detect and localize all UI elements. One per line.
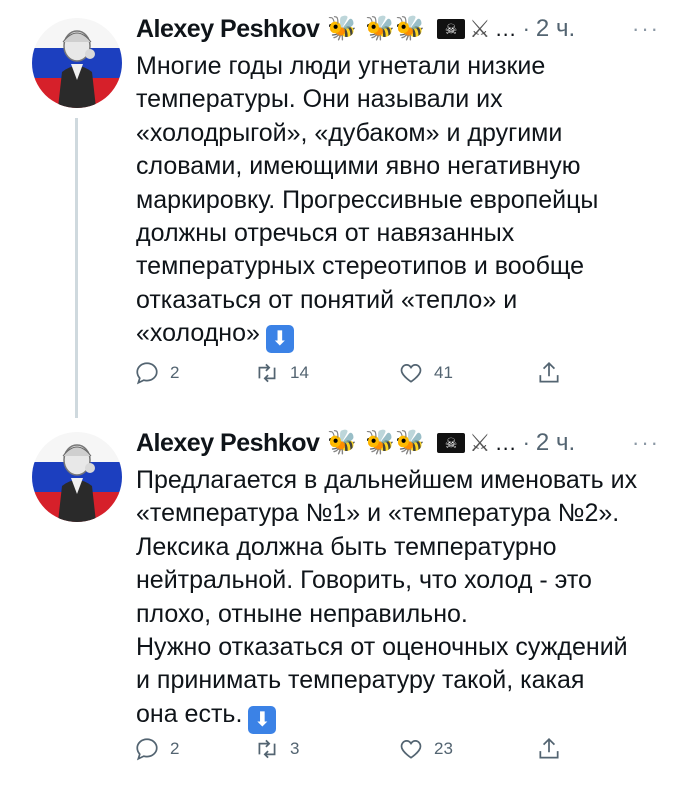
crossed-swords-icon: ⚔	[469, 429, 491, 457]
retweet-count: 14	[290, 363, 309, 382]
bee-emoji-icon: 🐝	[365, 15, 396, 42]
author-name[interactable]: Alexey Peshkov	[136, 429, 320, 458]
bee-emoji-icon: 🐝	[327, 429, 358, 456]
tweet-thread: Alexey Peshkov 🐝 🐝 🐝 ☠ ⚔ … · 2 ч. ··· Мн…	[0, 0, 690, 800]
more-options-icon[interactable]: ···	[632, 16, 660, 42]
crossed-swords-icon: ⚔	[469, 15, 491, 43]
retweet-button[interactable]: 14	[254, 360, 309, 386]
retweet-button[interactable]: 3	[254, 736, 299, 762]
name-ellipsis: …	[494, 16, 517, 41]
avatar[interactable]	[32, 432, 122, 522]
share-button[interactable]	[536, 360, 572, 386]
tweet-header: Alexey Peshkov 🐝 🐝 🐝 ☠ ⚔ … · 2 ч.	[136, 426, 575, 460]
thread-connector-line	[75, 118, 78, 418]
pirate-flag-icon: ☠	[437, 19, 466, 39]
like-count: 41	[434, 363, 453, 382]
author-name[interactable]: Alexey Peshkov	[136, 15, 320, 44]
down-arrow-emoji-icon: ⬇	[265, 325, 294, 354]
tweet-text: Предлагается в дальнейшем именовать их «…	[136, 464, 656, 744]
tweet-actions: 2 14 41	[134, 360, 574, 390]
tweet[interactable]: Alexey Peshkov 🐝 🐝 🐝 ☠ ⚔ … · 2 ч. ··· Мн…	[0, 0, 690, 418]
reply-count: 2	[170, 363, 180, 382]
like-button[interactable]: 41	[398, 360, 453, 386]
share-icon	[539, 362, 559, 383]
tweet-actions: 2 3 23	[134, 736, 574, 766]
reply-button[interactable]: 2	[134, 736, 179, 762]
reply-icon	[136, 362, 158, 385]
reply-count: 2	[170, 739, 180, 758]
name-ellipsis: …	[494, 430, 517, 455]
like-button[interactable]: 23	[398, 736, 453, 762]
bee-emoji-icon: 🐝	[327, 15, 358, 42]
separator-dot: ·	[522, 430, 530, 455]
share-button[interactable]	[536, 736, 572, 762]
like-count: 23	[434, 739, 453, 758]
tweet-timestamp[interactable]: 2 ч.	[536, 429, 575, 457]
tweet-header: Alexey Peshkov 🐝 🐝 🐝 ☠ ⚔ … · 2 ч.	[136, 12, 575, 46]
reply-button[interactable]: 2	[134, 360, 179, 386]
tweet[interactable]: Alexey Peshkov 🐝 🐝 🐝 ☠ ⚔ … · 2 ч. ··· Пр…	[0, 418, 690, 800]
bee-emoji-icon: 🐝	[395, 429, 426, 456]
pirate-flag-icon: ☠	[437, 433, 466, 453]
retweet-icon	[258, 363, 276, 383]
heart-icon	[400, 740, 422, 759]
separator-dot: ·	[522, 16, 530, 41]
more-options-icon[interactable]: ···	[632, 430, 660, 456]
bee-emoji-icon: 🐝	[395, 15, 426, 42]
tweet-text: Многие годы люди угнетали низкие темпера…	[136, 50, 656, 390]
down-arrow-emoji-icon: ⬇	[248, 705, 277, 734]
heart-icon	[400, 364, 422, 383]
bee-emoji-icon: 🐝	[365, 429, 396, 456]
retweet-icon	[258, 739, 276, 759]
tweet-timestamp[interactable]: 2 ч.	[536, 15, 575, 43]
retweet-count: 3	[290, 739, 300, 758]
share-icon	[539, 738, 559, 759]
reply-icon	[136, 738, 158, 761]
avatar[interactable]	[32, 18, 122, 108]
